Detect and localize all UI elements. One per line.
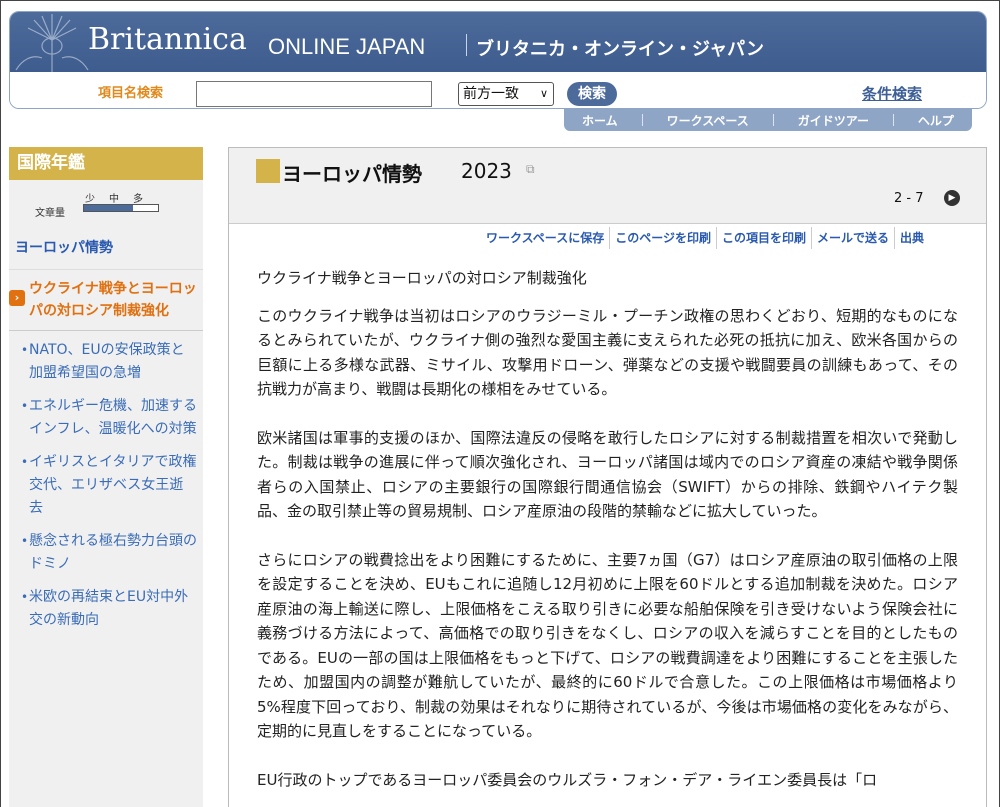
sidebar-current-label: ウクライナ戦争とヨーロッパの対ロシア制裁強化: [29, 281, 197, 319]
arrow-right-icon: ›: [9, 290, 25, 306]
bullet-icon: •: [21, 590, 29, 604]
search-bar: 項目名検索 前方一致 ∨ 検索 条件検索: [10, 72, 986, 108]
print-page-link[interactable]: このページを印刷: [610, 227, 717, 249]
nav-divider: [892, 114, 894, 126]
text-density-control: 文章量 少中多: [9, 180, 203, 228]
global-nav: ホーム ワークスペース ガイドツアー ヘルプ: [564, 109, 972, 131]
nav-workspace[interactable]: ワークスペース: [667, 112, 749, 129]
article-header: ヨーロッパ情勢 2023 ⧉ 2 - 7 ▶: [229, 148, 986, 224]
nav-help[interactable]: ヘルプ: [918, 112, 954, 129]
brand-name: Britannica: [88, 22, 247, 57]
article-paragraph: このウクライナ戦争は当初はロシアのウラジーミル・プーチン政権の思わくどおり、短期…: [257, 306, 958, 399]
bullet-icon: •: [21, 399, 29, 413]
sidebar-topic-link[interactable]: ヨーロッパ情勢: [9, 228, 203, 270]
search-button[interactable]: 検索: [567, 82, 617, 106]
page-year: 2023: [461, 159, 512, 183]
sidebar-current-item[interactable]: › ウクライナ戦争とヨーロッパの対ロシア制裁強化: [9, 270, 203, 331]
bullet-icon: •: [21, 455, 29, 469]
sidebar-item[interactable]: • NATO、EUの安保政策と加盟希望国の急増: [9, 339, 203, 395]
sidebar-item[interactable]: • イギリスとイタリアで政権交代、エリザベス女王逝去: [9, 451, 203, 530]
next-page-icon[interactable]: ▶: [944, 190, 960, 206]
article-paragraph: EU行政のトップであるヨーロッパ委員会のウルズラ・フォン・デア・ライエン委員長は…: [257, 770, 878, 789]
sidebar-item-list: • NATO、EUの安保政策と加盟希望国の急増 • エネルギー危機、加速するイン…: [9, 331, 203, 807]
article-body: ウクライナ戦争とヨーロッパの対ロシア制裁強化 このウクライナ戦争は当初はロシアの…: [229, 254, 986, 792]
article-paragraph: さらにロシアの戦費捻出をより困難にするために、主要7ヵ国（G7）はロシア産原油の…: [257, 550, 958, 741]
site-header: Britannica ONLINE JAPAN ブリタニカ・オンライン・ジャパン…: [9, 11, 987, 109]
nav-divider: [641, 114, 643, 126]
email-link[interactable]: メールで送る: [812, 227, 895, 249]
match-mode-value: 前方一致: [463, 86, 519, 102]
page-title: ヨーロッパ情勢: [282, 162, 422, 186]
bullet-icon: •: [21, 534, 29, 548]
sidebar-item-label: エネルギー危機、加速するインフレ、温暖化への対策: [29, 398, 197, 437]
print-item-link[interactable]: この項目を印刷: [717, 227, 812, 249]
sidebar-item[interactable]: • エネルギー危機、加速するインフレ、温暖化への対策: [9, 395, 203, 451]
density-slider[interactable]: [83, 204, 159, 212]
page-indicator: 2 - 7: [894, 191, 924, 206]
sidebar-item-label: 懸念される極右勢力台頭のドミノ: [29, 533, 197, 572]
title-marker: [256, 159, 280, 183]
sidebar-item-label: 米欧の再結束とEU対中外交の新動向: [29, 589, 189, 628]
search-input[interactable]: [196, 81, 432, 107]
brand-banner: Britannica ONLINE JAPAN ブリタニカ・オンライン・ジャパン: [10, 12, 986, 72]
nav-divider: [772, 114, 774, 126]
sidebar-title: 国際年鑑: [9, 147, 203, 180]
source-link[interactable]: 出典: [895, 227, 929, 249]
sidebar-item-label: NATO、EUの安保政策と加盟希望国の急増: [29, 342, 185, 381]
action-bar: ワークスペースに保存 このページを印刷 この項目を印刷 メールで送る 出典: [229, 224, 986, 254]
brand-divider: [466, 34, 467, 56]
density-levels: 少中多: [85, 190, 157, 205]
save-to-workspace-link[interactable]: ワークスペースに保存: [481, 227, 611, 249]
chevron-down-icon: ∨: [539, 87, 548, 100]
density-label: 文章量: [35, 208, 65, 219]
density-slider-fill: [84, 205, 133, 211]
match-mode-select[interactable]: 前方一致 ∨: [458, 82, 554, 106]
nav-guide-tour[interactable]: ガイドツアー: [798, 112, 869, 129]
article-panel: ヨーロッパ情勢 2023 ⧉ 2 - 7 ▶ ワークスペースに保存 このページを…: [228, 147, 987, 807]
article-paragraph: 欧米諸国は軍事的支援のほか、国際法違反の侵略を敢行したロシアに対する制裁措置を相…: [257, 428, 958, 521]
search-label: 項目名検索: [98, 86, 164, 101]
nav-home[interactable]: ホーム: [582, 112, 618, 129]
section-title: ウクライナ戦争とヨーロッパの対ロシア制裁強化: [257, 269, 587, 287]
sidebar-item-label: イギリスとイタリアで政権交代、エリザベス女王逝去: [29, 454, 197, 516]
copy-link-icon[interactable]: ⧉: [526, 162, 535, 177]
brand-japanese: ブリタニカ・オンライン・ジャパン: [476, 39, 764, 60]
sidebar-item[interactable]: • 懸念される極右勢力台頭のドミノ: [9, 530, 203, 586]
bullet-icon: •: [21, 343, 29, 357]
brand-subtitle: ONLINE JAPAN: [268, 34, 426, 59]
advanced-search-link[interactable]: 条件検索: [862, 83, 922, 104]
sidebar-item[interactable]: • 米欧の再結束とEU対中外交の新動向: [9, 586, 203, 642]
thistle-logo-icon: [15, 14, 89, 72]
sidebar: 国際年鑑 文章量 少中多 ヨーロッパ情勢 › ウクライナ戦争とヨーロッパの対ロシ…: [9, 147, 203, 807]
